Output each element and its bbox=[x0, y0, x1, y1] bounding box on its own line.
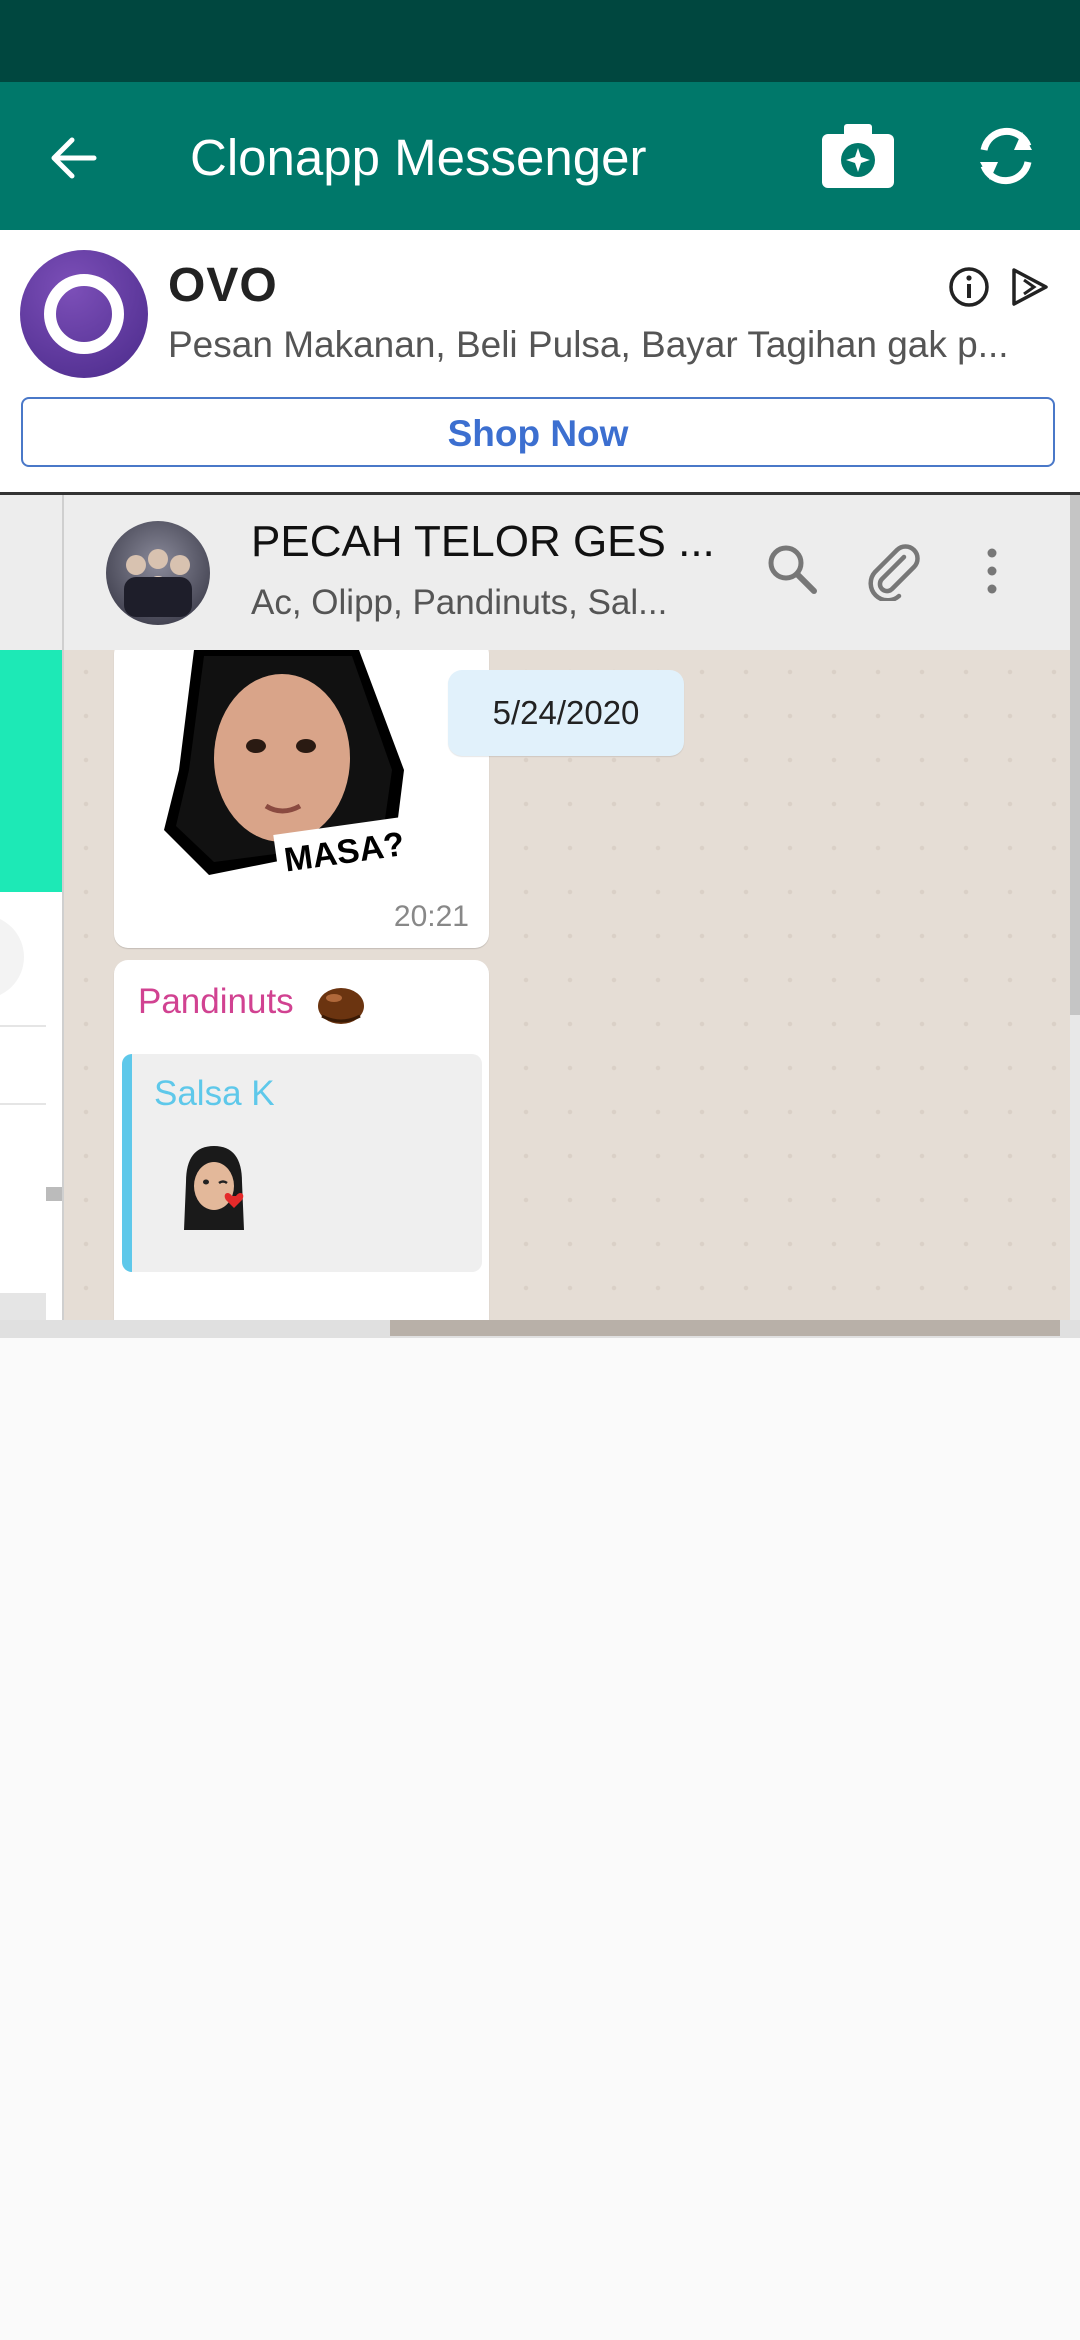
shop-now-button[interactable]: Shop Now bbox=[21, 397, 1055, 467]
ad-banner[interactable]: OVO Pesan Makanan, Beli Pulsa, Bayar Tag… bbox=[0, 230, 1080, 495]
chat-list-header bbox=[0, 495, 62, 650]
camera-icon[interactable] bbox=[820, 122, 896, 190]
group-name[interactable]: PECAH TELOR GES ... bbox=[251, 517, 715, 567]
message-bubble[interactable]: MASA? 20:21 bbox=[114, 650, 489, 948]
more-icon[interactable] bbox=[980, 541, 1004, 601]
chat-list-avatar bbox=[0, 915, 24, 999]
attach-icon[interactable] bbox=[864, 541, 924, 601]
chat-messages[interactable]: MASA? 20:21 5/24/2020 Pandinuts Salsa K bbox=[64, 650, 1070, 1320]
group-avatar[interactable] bbox=[106, 521, 210, 625]
back-arrow-icon[interactable] bbox=[44, 128, 104, 188]
ovo-logo bbox=[20, 250, 148, 378]
group-members[interactable]: Ac, Olipp, Pandinuts, Sal... bbox=[251, 583, 667, 623]
app-title: Clonapp Messenger bbox=[190, 129, 647, 186]
chat-list-banner bbox=[0, 650, 62, 892]
chestnut-emoji-icon bbox=[318, 988, 364, 1024]
date-chip: 5/24/2020 bbox=[448, 670, 684, 756]
ad-name: OVO bbox=[168, 259, 278, 312]
message-text-cut bbox=[184, 1284, 193, 1320]
scroll-thumb[interactable] bbox=[1070, 495, 1080, 1015]
status-bar bbox=[0, 0, 1080, 82]
message-bubble[interactable]: Pandinuts Salsa K bbox=[114, 960, 489, 1320]
ad-choices-icon[interactable] bbox=[1008, 266, 1050, 308]
messenger-panel: PECAH TELOR GES ... Ac, Olipp, Pandinuts… bbox=[0, 495, 1080, 1338]
chat-list-divider bbox=[0, 1103, 46, 1105]
quoted-message[interactable]: Salsa K bbox=[122, 1054, 482, 1272]
chat-list-panel bbox=[0, 495, 62, 1338]
message-time: 20:21 bbox=[393, 900, 469, 933]
ad-description: Pesan Makanan, Beli Pulsa, Bayar Tagihan… bbox=[168, 324, 1009, 365]
chat-list-divider bbox=[0, 1025, 46, 1027]
sync-icon[interactable] bbox=[970, 120, 1042, 192]
horizontal-scrollbar[interactable] bbox=[0, 1320, 1080, 1338]
vertical-scrollbar[interactable] bbox=[1070, 495, 1080, 1338]
memoji-sticker bbox=[184, 1146, 244, 1230]
chat-list-badge bbox=[46, 1187, 62, 1201]
sticker-image: MASA? bbox=[164, 650, 415, 880]
app-bar: Clonapp Messenger bbox=[0, 82, 1080, 230]
sender-name[interactable]: Pandinuts bbox=[138, 982, 294, 1022]
quote-bar bbox=[122, 1054, 132, 1272]
chat-header: PECAH TELOR GES ... Ac, Olipp, Pandinuts… bbox=[64, 495, 1070, 650]
search-icon[interactable] bbox=[764, 541, 820, 597]
hscroll-thumb[interactable] bbox=[390, 1320, 1060, 1336]
chat-list-footer bbox=[0, 1293, 46, 1323]
info-icon[interactable] bbox=[948, 266, 990, 308]
quoted-sender: Salsa K bbox=[154, 1074, 275, 1113]
